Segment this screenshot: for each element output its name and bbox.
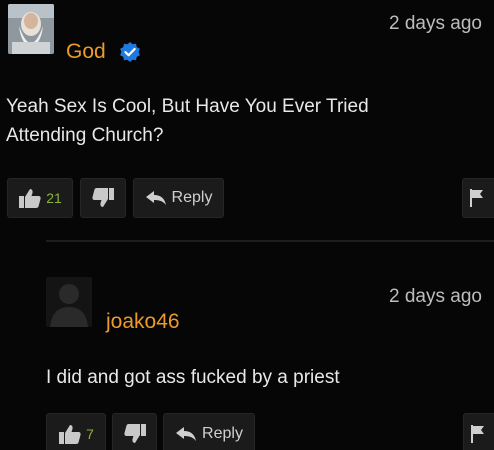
- comment-reply: joako46 2 days ago I did and got ass fuc…: [0, 240, 494, 450]
- comment-text: Yeah Sex Is Cool, But Have You Ever Trie…: [6, 96, 369, 146]
- thumbs-down-icon: [91, 187, 115, 209]
- comments-panel: God 2 days ago Yeah Sex Is Cool, But Hav…: [0, 0, 494, 450]
- reply-arrow-icon: [175, 426, 197, 442]
- comment-text: I did and got ass fucked by a priest: [46, 367, 340, 388]
- like-count: 21: [46, 190, 62, 206]
- like-button[interactable]: 21: [7, 178, 73, 218]
- reply-button[interactable]: Reply: [163, 413, 255, 450]
- reply-button[interactable]: Reply: [133, 178, 224, 218]
- like-button[interactable]: 7: [46, 413, 106, 450]
- like-count: 7: [86, 426, 94, 442]
- flag-icon: [471, 425, 485, 443]
- thumbs-up-icon: [58, 423, 82, 445]
- reply-arrow-icon: [145, 190, 167, 206]
- avatar[interactable]: [46, 277, 92, 327]
- flag-button[interactable]: [463, 413, 494, 450]
- dislike-button[interactable]: [112, 413, 157, 450]
- timestamp: 2 days ago: [389, 286, 482, 307]
- flag-button[interactable]: [462, 178, 494, 218]
- thumbs-down-icon: [123, 423, 147, 445]
- timestamp: 2 days ago: [389, 13, 482, 34]
- username[interactable]: God: [66, 40, 106, 64]
- reply-label: Reply: [202, 425, 243, 442]
- comment: God 2 days ago Yeah Sex Is Cool, But Hav…: [0, 0, 494, 240]
- avatar[interactable]: [8, 4, 54, 54]
- verified-check-icon: [119, 41, 141, 63]
- reply-label: Reply: [171, 189, 213, 206]
- flag-icon: [470, 189, 484, 207]
- dislike-button[interactable]: [80, 178, 126, 218]
- username[interactable]: joako46: [106, 310, 180, 334]
- thumbs-up-icon: [18, 187, 42, 209]
